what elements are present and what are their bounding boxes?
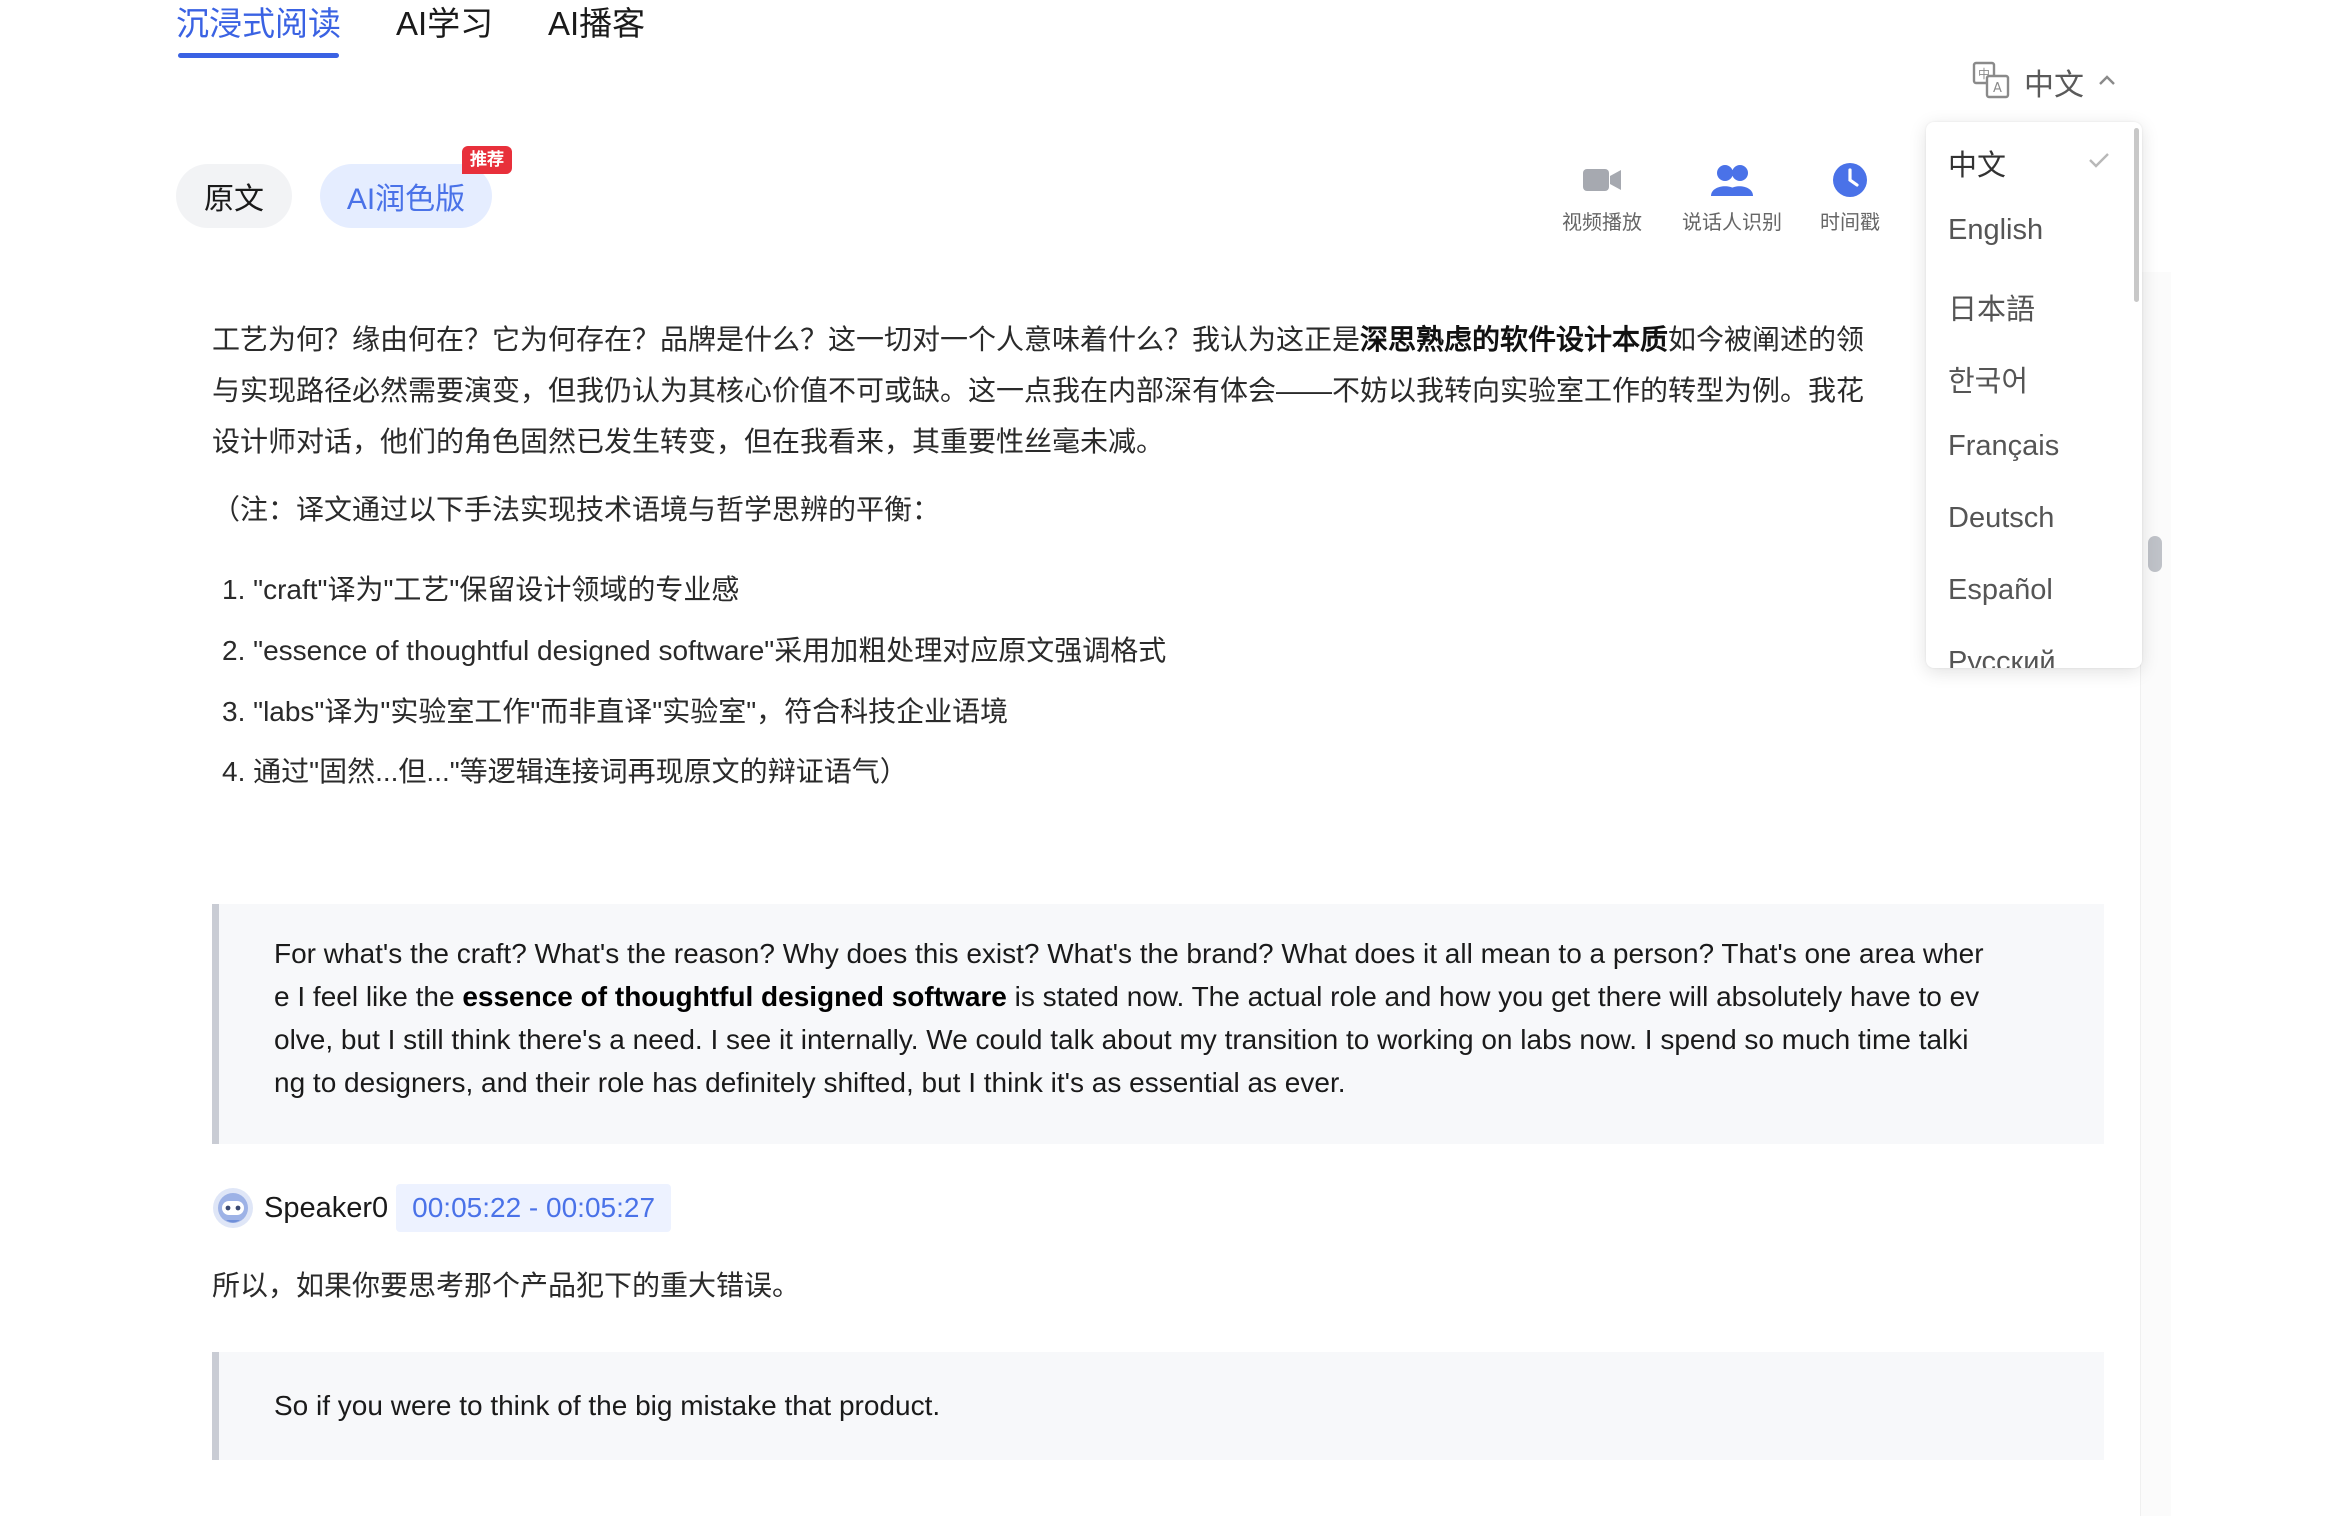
page: 沉浸式阅读 AI学习 AI播客 中 A 中文 原文 AI润色版 推荐 视频播放 … bbox=[0, 0, 2330, 1516]
quote-line: olve, but I still think there's a need. … bbox=[274, 1024, 1969, 1055]
pill-label: 原文 bbox=[204, 183, 264, 216]
svg-text:A: A bbox=[1993, 81, 2002, 96]
tab-label: AI播客 bbox=[548, 5, 646, 42]
note-list-item: 4. 通过"固然...但..."等逻辑连接词再现原文的辩证语气） bbox=[222, 756, 908, 787]
tool-label: 时间戳 bbox=[1820, 212, 1880, 234]
speaker-name: Speaker0 bbox=[264, 1191, 389, 1224]
note-list-item: 1. "craft"译为"工艺"保留设计领域的专业感 bbox=[222, 574, 740, 605]
language-option-fr[interactable]: Français bbox=[1948, 430, 2059, 463]
checkmark-icon bbox=[2088, 152, 2110, 173]
note-list-item: 3. "labs"译为"实验室工作"而非直译"实验室"，符合科技企业语境 bbox=[222, 696, 1009, 727]
translator-note: （注：译文通过以下手法实现技术语境与哲学思辨的平衡： bbox=[212, 494, 941, 525]
speaker-icon bbox=[1710, 160, 1754, 200]
language-selector[interactable]: 中 A 中文 bbox=[1972, 60, 2116, 104]
tool-label: 说话人识别 bbox=[1682, 212, 1782, 234]
timestamp-link[interactable]: 00:05:22 - 00:05:27 bbox=[396, 1184, 672, 1232]
content-scroll-track[interactable] bbox=[2140, 272, 2171, 1516]
language-option-zh[interactable]: 中文 bbox=[1948, 142, 2006, 184]
original-text-quote: For what's the craft? What's the reason?… bbox=[212, 904, 2104, 1144]
language-option-ja[interactable]: 日本語 bbox=[1948, 286, 2035, 328]
timestamp-button[interactable]: 时间戳 bbox=[1820, 160, 1880, 235]
quote-line: ng to designers, and their role has defi… bbox=[274, 1067, 1346, 1098]
speaker-recognition-button[interactable]: 说话人识别 bbox=[1682, 160, 1782, 235]
translated-line: 所以，如果你要思考那个产品犯下的重大错误。 bbox=[212, 1270, 801, 1301]
tool-label: 视频播放 bbox=[1562, 212, 1642, 234]
tab-immersive-reading[interactable]: 沉浸式阅读 bbox=[176, 0, 341, 60]
para-line: 设计师对话，他们的角色固然已发生转变，但在我看来，其重要性丝毫未减。 bbox=[212, 426, 1165, 457]
video-icon bbox=[1580, 160, 1624, 200]
tab-label: AI学习 bbox=[396, 5, 494, 42]
para-line: 与实现路径必然需要演变，但我仍认为其核心价值不可或缺。这一点我在内部深有体会——… bbox=[212, 375, 1865, 406]
language-option-en[interactable]: English bbox=[1948, 214, 2043, 247]
language-option-ko[interactable]: 한국어 bbox=[1948, 358, 2028, 400]
translate-icon: 中 A bbox=[1972, 61, 2010, 104]
quote-text: So if you were to think of the big mista… bbox=[274, 1390, 941, 1421]
chevron-up-icon bbox=[2098, 73, 2116, 91]
active-tab-indicator bbox=[178, 53, 339, 58]
robot-avatar-icon bbox=[212, 1187, 254, 1229]
video-play-button[interactable]: 视频播放 bbox=[1562, 160, 1642, 235]
speaker-row: Speaker0 00:05:22 - 00:05:27 bbox=[212, 1184, 672, 1232]
para-line: 工艺为何？缘由何在？它为何存在？品牌是什么？这一切对一个人意味着什么？我认为这正… bbox=[212, 324, 1865, 355]
language-option-ru[interactable]: Русский bbox=[1948, 646, 2056, 668]
tab-ai-podcast[interactable]: AI播客 bbox=[548, 0, 645, 60]
quote-text: For what's the craft? What's the reason?… bbox=[274, 932, 2074, 1104]
language-option-de[interactable]: Deutsch bbox=[1948, 502, 2054, 535]
tab-label: 沉浸式阅读 bbox=[176, 5, 341, 42]
dropdown-scrollbar[interactable] bbox=[2134, 128, 2139, 302]
content-scroll-thumb[interactable] bbox=[2148, 536, 2162, 572]
quote-line: e I feel like the essence of thoughtful … bbox=[274, 981, 1980, 1012]
language-dropdown: 中文 English 日本語 한국어 Français Deutsch Espa… bbox=[1926, 122, 2142, 668]
translated-paragraph: 工艺为何？缘由何在？它为何存在？品牌是什么？这一切对一个人意味着什么？我认为这正… bbox=[212, 314, 1932, 467]
quote-line: For what's the craft? What's the reason?… bbox=[274, 938, 1984, 969]
pill-label: AI润色版 bbox=[346, 183, 466, 216]
note-list-item: 2. "essence of thoughtful designed softw… bbox=[222, 635, 1167, 666]
original-text-quote: So if you were to think of the big mista… bbox=[212, 1352, 2104, 1460]
clock-icon bbox=[1828, 160, 1872, 200]
tab-ai-learning[interactable]: AI学习 bbox=[396, 0, 493, 60]
current-language: 中文 bbox=[2024, 69, 2084, 102]
emphasis-text: 深思熟虑的软件设计本质 bbox=[1360, 324, 1669, 355]
emphasis-text: essence of thoughtful designed software bbox=[462, 981, 1007, 1012]
language-option-es[interactable]: Español bbox=[1948, 574, 2053, 607]
recommended-badge: 推荐 bbox=[462, 146, 512, 174]
original-version-button[interactable]: 原文 bbox=[176, 164, 292, 228]
